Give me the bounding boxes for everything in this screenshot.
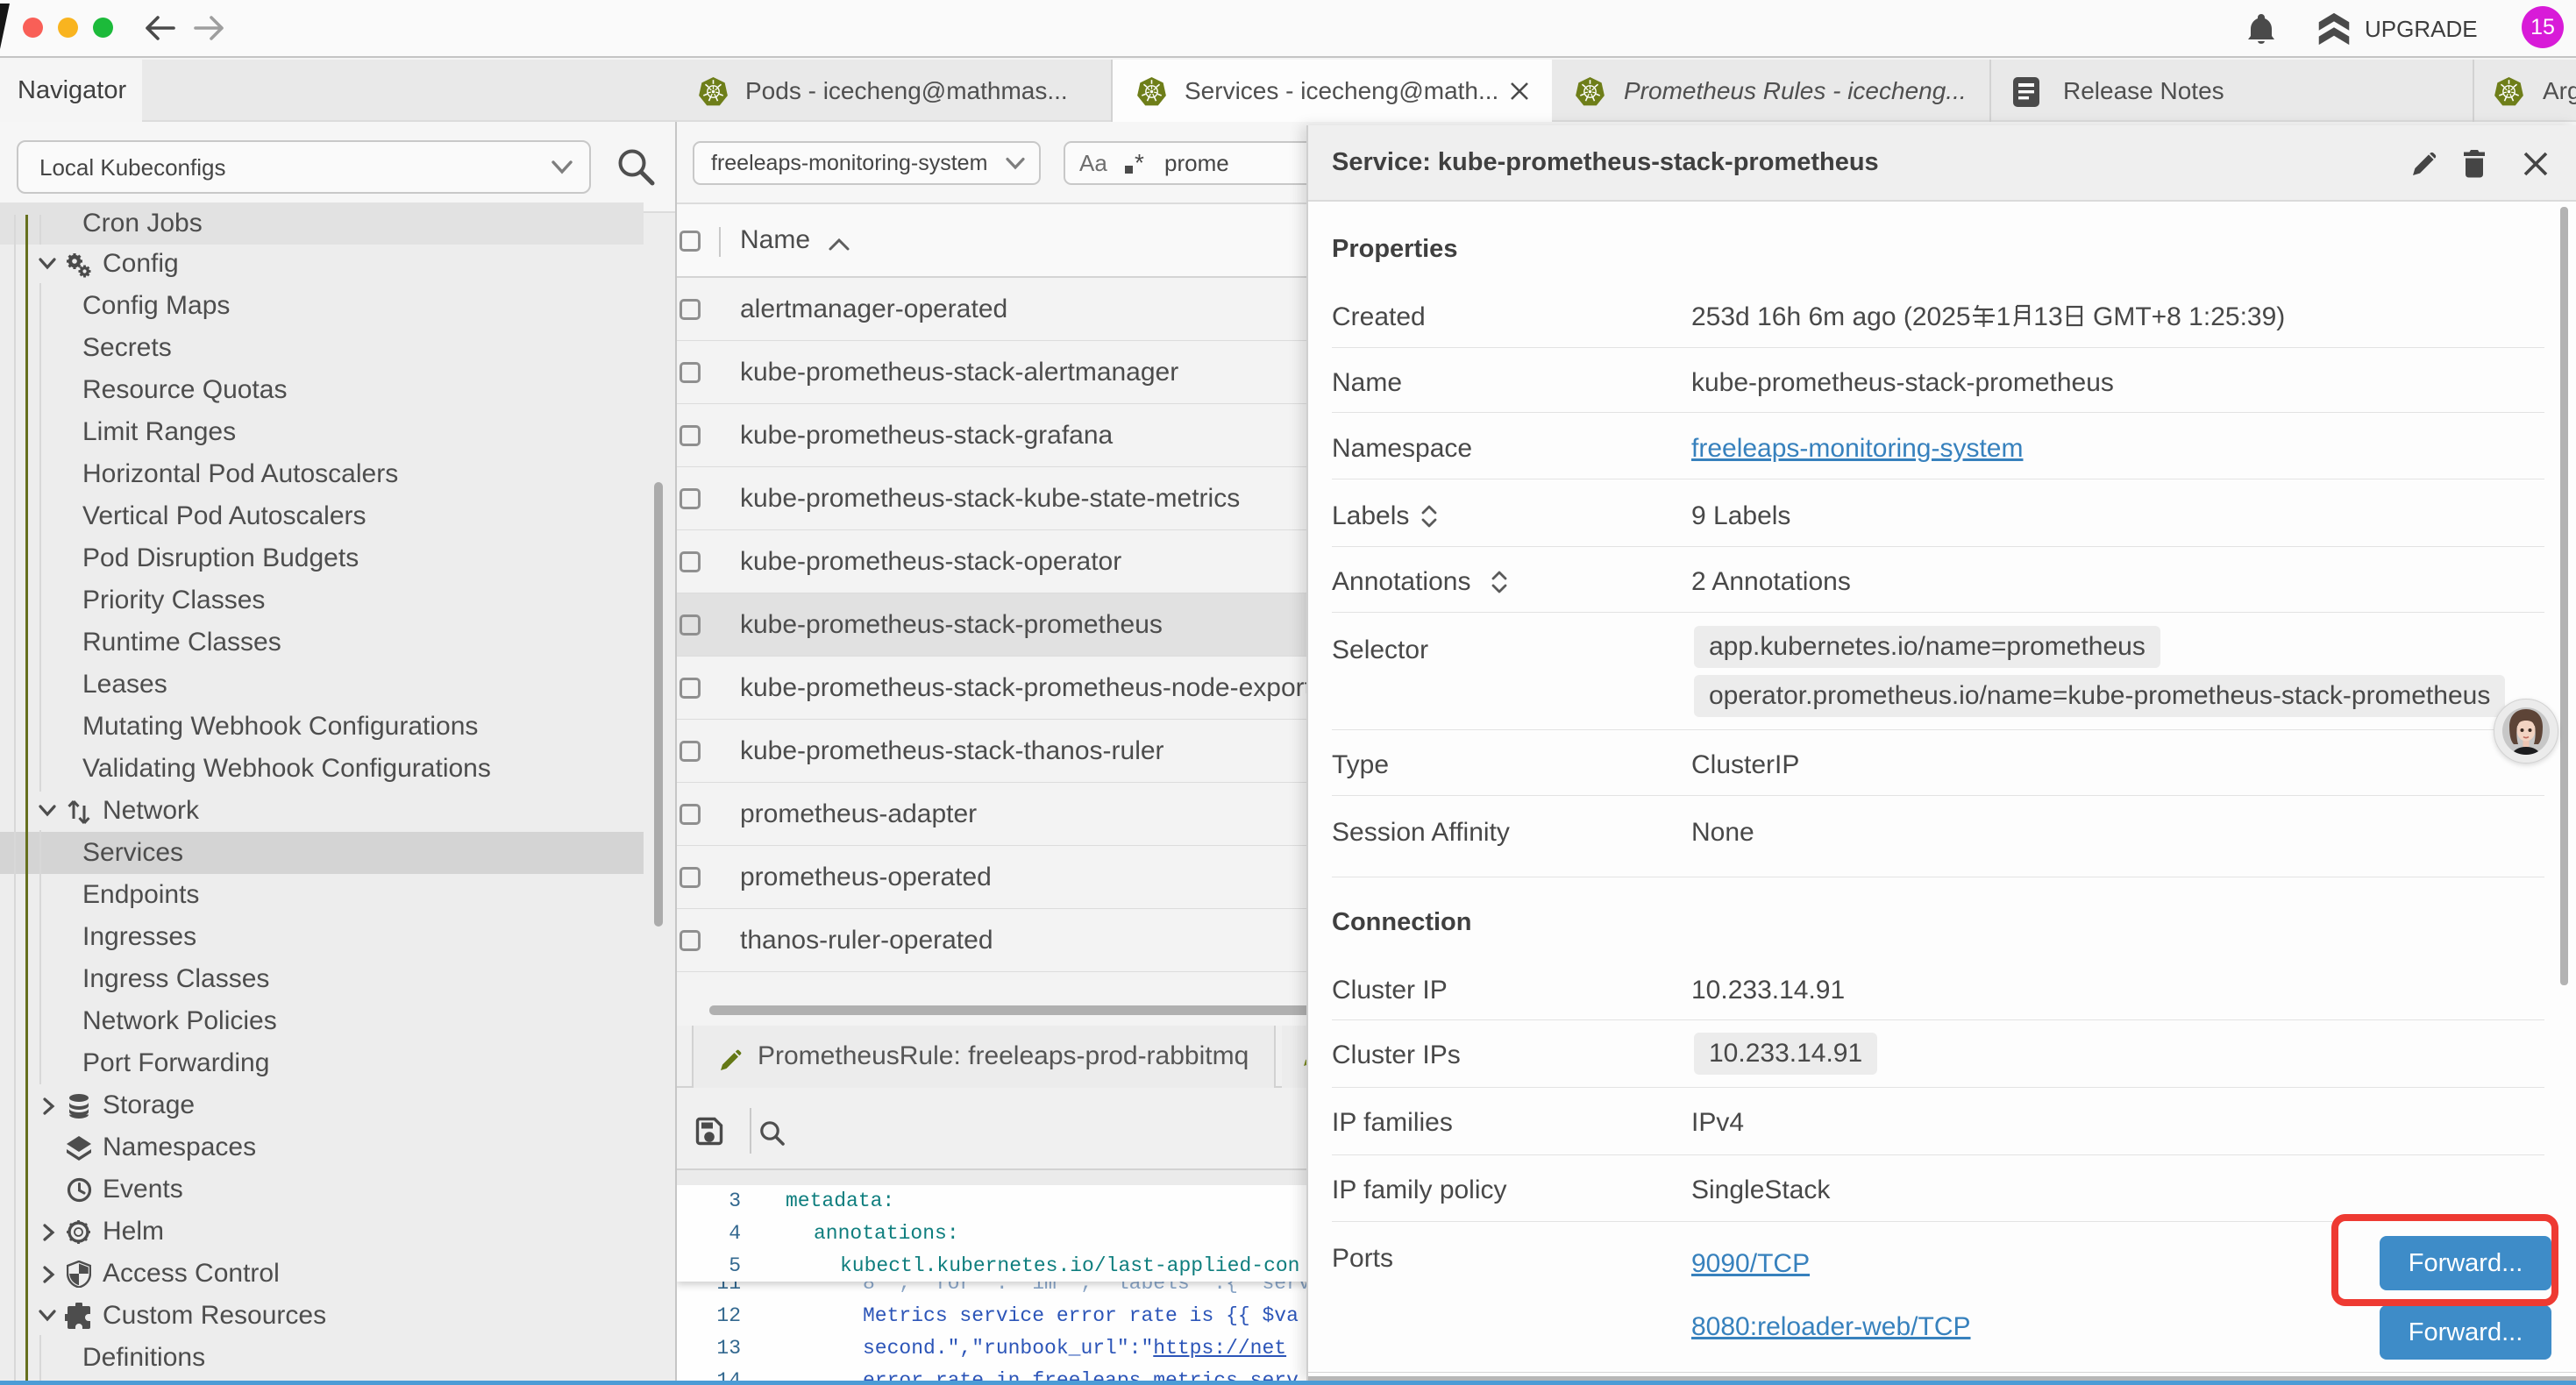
svg-text:*: *: [1135, 153, 1144, 176]
